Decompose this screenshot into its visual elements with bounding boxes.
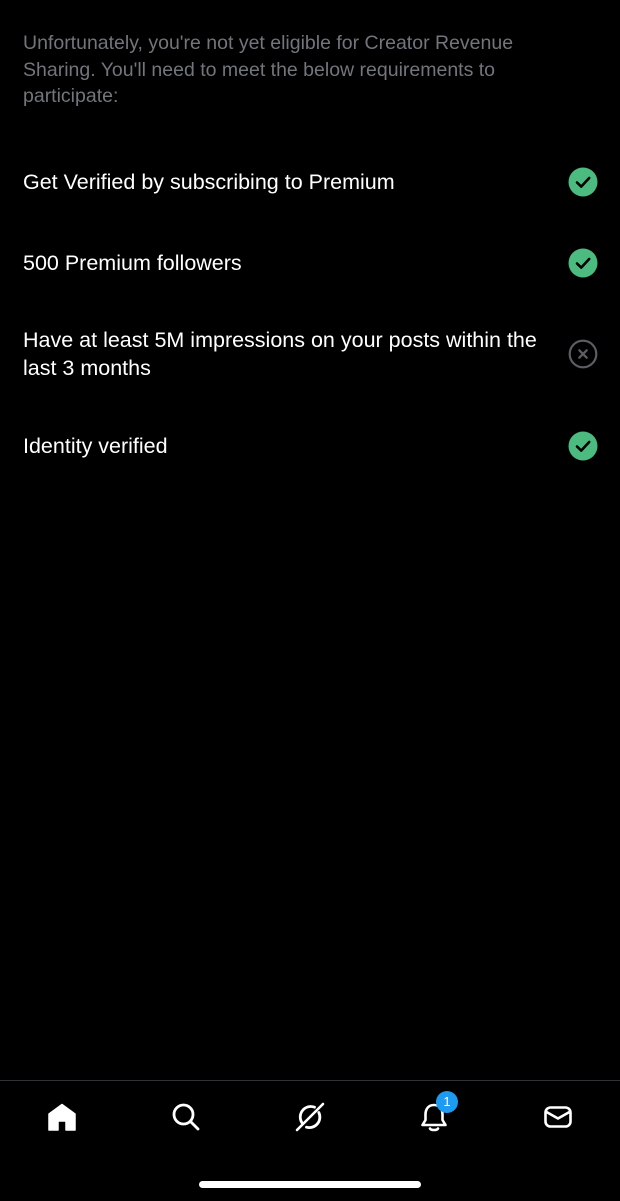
requirement-label: Get Verified by subscribing to Premium [23, 170, 395, 194]
intro-text: Unfortunately, you're not yet eligible f… [23, 32, 514, 107]
home-tab[interactable] [42, 1097, 82, 1137]
mail-icon [544, 1106, 572, 1128]
check-circle-icon [568, 248, 598, 278]
notification-count-badge: 1 [436, 1091, 458, 1113]
check-circle-icon [568, 431, 598, 461]
grok-tab[interactable] [290, 1097, 330, 1137]
notifications-tab[interactable]: 1 [414, 1091, 458, 1137]
search-icon [172, 1103, 200, 1131]
home-indicator[interactable] [199, 1181, 421, 1188]
requirement-impressions: Have at least 5M impressions on your pos… [23, 326, 598, 382]
check-circle-icon [568, 167, 598, 197]
x-circle-icon [568, 339, 598, 369]
requirement-label: Have at least 5M impressions on your pos… [23, 328, 537, 380]
requirement-premium-subscription: Get Verified by subscribing to Premium [23, 167, 598, 197]
messages-tab[interactable] [538, 1097, 578, 1137]
requirement-premium-followers: 500 Premium followers [23, 248, 598, 278]
home-icon [48, 1103, 76, 1131]
grok-icon [295, 1102, 325, 1132]
search-tab[interactable] [166, 1097, 206, 1137]
requirement-label: Identity verified [23, 434, 168, 458]
requirement-label: 500 Premium followers [23, 251, 242, 275]
requirement-identity-verified: Identity verified [23, 431, 598, 461]
